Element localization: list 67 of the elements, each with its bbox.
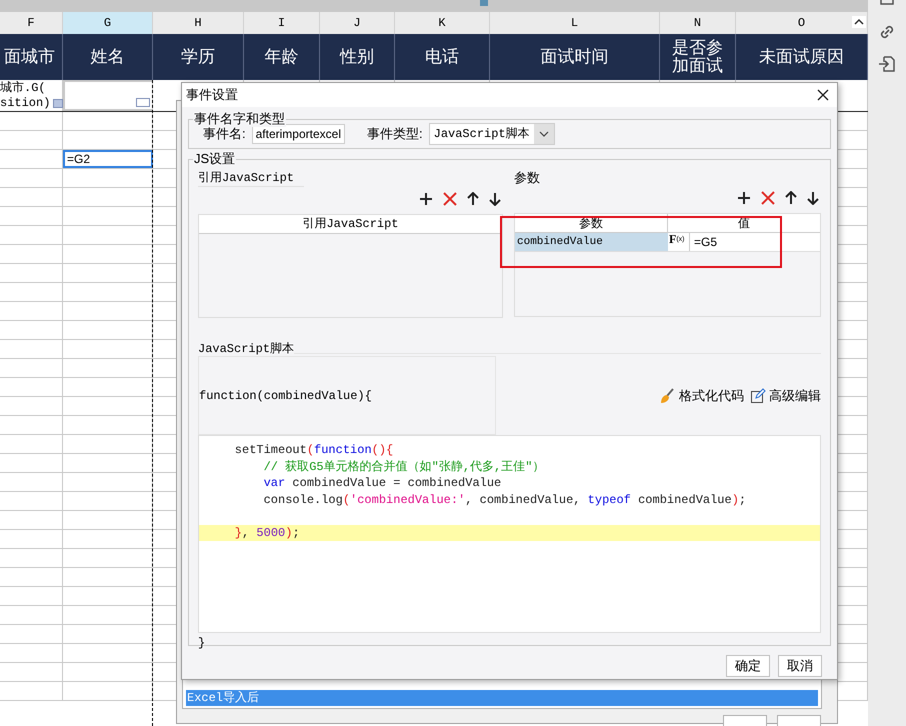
delete-icon[interactable] (761, 191, 775, 205)
input-field[interactable]: afterimportexcel (252, 124, 345, 144)
dialog-button[interactable]: 确定 (726, 655, 770, 677)
code-line: console.log('combinedValue:', combinedValue, typeof combinedValue); (262, 492, 748, 508)
dialog-title: 事件设置 (186, 86, 238, 104)
column-header[interactable]: J (320, 12, 395, 34)
arrow-down-icon[interactable] (807, 191, 819, 205)
add-icon[interactable] (419, 192, 433, 206)
header-cell: 学历 (153, 34, 244, 80)
code-text: function(combinedValue){ (199, 388, 372, 404)
column-header[interactable]: G (63, 12, 153, 34)
panel-title: 引用JavaScript (198, 170, 304, 187)
advanced-edit-button[interactable]: 高级编辑 (750, 386, 821, 406)
column-header[interactable]: 参数 (515, 214, 668, 232)
column-header[interactable]: N (660, 12, 736, 34)
panel-title: 参数 (514, 170, 540, 186)
param-value-field[interactable]: =G5 (690, 233, 820, 251)
code-editor[interactable]: setTimeout(function(){ // 获取G5单元格的合并值（如"张静,代多,王佳"） var combinedValue = combinedValue console.log('combinedValue:', combinedValue, typeof combinedValue); }, 5000); (198, 435, 821, 633)
column-header[interactable]: I (244, 12, 320, 34)
select-value: JavaScript脚本 (432, 126, 531, 143)
column-header[interactable]: 值 (668, 214, 820, 232)
edit-icon[interactable] (750, 388, 766, 404)
header-cell: 是否参加面试 (660, 34, 736, 80)
code-text: } (198, 635, 206, 652)
close-icon[interactable] (817, 89, 829, 101)
header-cell: 性别 (320, 34, 395, 80)
cell-text: sition) (0, 96, 50, 111)
select-field[interactable]: JavaScript脚本 (428, 123, 555, 145)
section-title: JavaScript脚本 (198, 342, 294, 356)
horizontal-scrollbar[interactable] (0, 0, 868, 12)
column-header[interactable]: H (153, 12, 244, 34)
code-line: setTimeout(function(){ (234, 442, 394, 458)
param-name-cell[interactable]: combinedValue (515, 233, 668, 251)
code-line: // 获取G5单元格的合并值（如"张静,代多,王佳"） (262, 458, 546, 475)
field-label: 事件名: (203, 125, 246, 144)
cell-text: 城市.G( (0, 81, 46, 96)
column-header[interactable]: K (395, 12, 490, 34)
delete-icon[interactable] (443, 192, 457, 206)
arrow-up-icon[interactable] (467, 192, 479, 206)
link-icon[interactable] (878, 23, 896, 41)
document-icon[interactable] (878, 0, 896, 6)
cell-widget[interactable] (136, 98, 150, 107)
code-line: var combinedValue = combinedValue (262, 475, 502, 492)
header-cell: 未面试原因 (736, 34, 868, 80)
broom-icon[interactable] (659, 388, 675, 404)
caret-icon[interactable] (538, 131, 549, 137)
formula-cell[interactable]: =G2 (63, 150, 153, 168)
header-cell: 电话 (395, 34, 490, 80)
scroll-up-icon[interactable] (852, 16, 866, 28)
add-icon[interactable] (737, 191, 751, 205)
field-label: 事件类型: (367, 125, 423, 144)
group-title: JS设置 (193, 151, 236, 167)
arrow-down-icon[interactable] (489, 192, 501, 206)
header-cell: 姓名 (63, 34, 153, 80)
arrow-up-icon[interactable] (785, 191, 797, 205)
header-cell: 年龄 (244, 34, 320, 80)
group-title: 事件名字和类型 (193, 111, 286, 127)
header-cell: 面试时间 (490, 34, 660, 80)
column-header[interactable]: O (736, 12, 868, 34)
dialog-button[interactable]: 取消 (778, 655, 822, 677)
format-code-button[interactable]: 格式化代码 (659, 386, 744, 406)
header-cell: 面城市 (0, 34, 63, 80)
column-header[interactable]: 引用JavaScript (199, 215, 502, 234)
column-header[interactable]: F (0, 12, 63, 34)
scrollbar-thumb[interactable] (480, 0, 488, 6)
column-header[interactable]: L (490, 12, 660, 34)
import-icon[interactable] (878, 55, 896, 73)
